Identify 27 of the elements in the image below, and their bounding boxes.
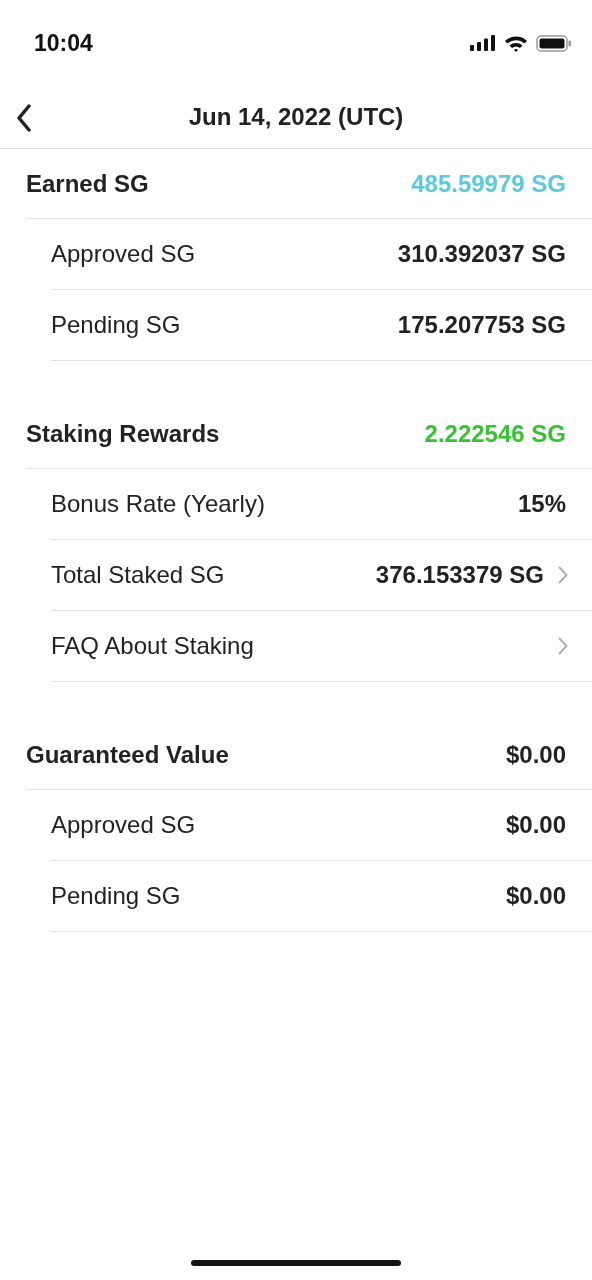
section-title: Staking Rewards: [26, 419, 220, 448]
signal-icon: [470, 35, 496, 51]
back-icon: [16, 104, 32, 132]
row-label: Bonus Rate (Yearly): [51, 490, 266, 518]
row-label: Approved SG: [51, 811, 197, 839]
row-label: Pending SG: [51, 882, 182, 910]
list-item[interactable]: FAQ About Staking: [51, 611, 592, 682]
row-value: 310.392037 SG: [397, 240, 566, 268]
row-label: Approved SG: [51, 240, 197, 268]
row-value: $0.00: [505, 811, 566, 839]
nav-title: Jun 14, 2022 (UTC): [188, 103, 404, 131]
row-value: 15%: [517, 490, 566, 518]
row-label: Pending SG: [51, 311, 182, 339]
section-title: Guaranteed Value: [26, 740, 229, 769]
list-item[interactable]: Total Staked SG 376.153379 SG: [51, 540, 592, 611]
section-value: 485.59979 SG: [411, 169, 566, 198]
row-value: 376.153379 SG: [375, 561, 544, 589]
section-value: $0.00: [505, 740, 566, 769]
wifi-icon: [504, 34, 528, 52]
status-time: 10:04: [34, 29, 93, 57]
row-value: 175.207753 SG: [397, 311, 566, 339]
section-title: Earned SG: [26, 169, 149, 198]
section-value: 2.222546 SG: [424, 419, 566, 448]
row-value: $0.00: [505, 882, 566, 910]
battery-icon: [536, 34, 572, 52]
row-label: FAQ About Staking: [51, 632, 255, 660]
row-label: Total Staked SG: [51, 561, 226, 589]
